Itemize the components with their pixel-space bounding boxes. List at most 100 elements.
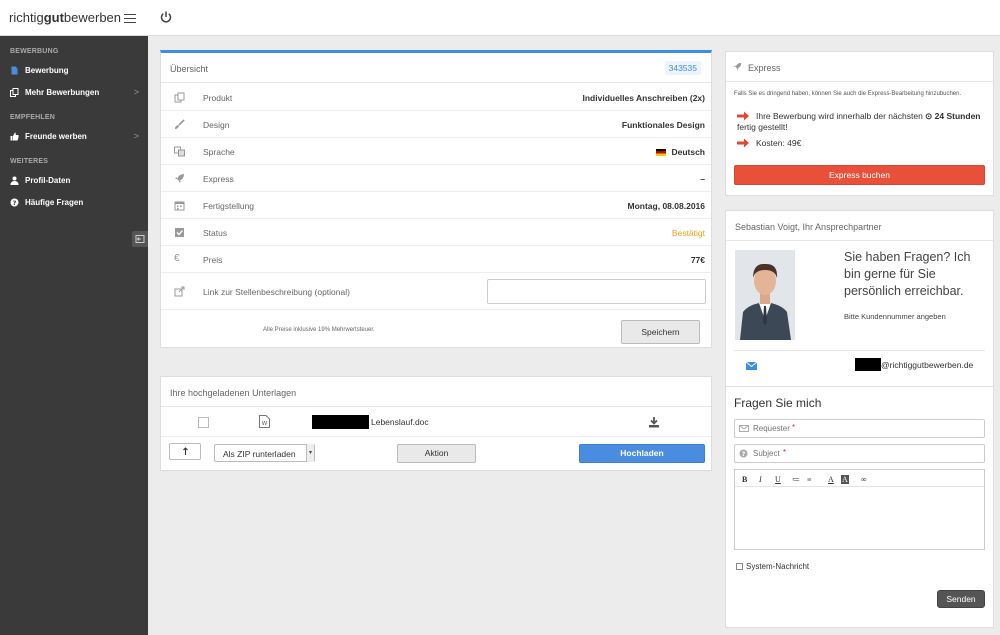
save-button[interactable]: Speichern [621, 320, 700, 344]
requester-input[interactable] [753, 421, 793, 436]
font-color-icon[interactable]: A [828, 475, 834, 484]
express-intro: Falls Sie es dringend haben, können Sie … [734, 91, 962, 97]
ask-panel: Fragen Sie mich * ? * B I U ≔ ≡ A A ∞ Sy… [725, 387, 994, 628]
contact-panel: Sebastian Voigt, Ihr Ansprechpartner Sie… [725, 210, 994, 387]
file-row: W Lebenslauf.doc [161, 408, 711, 437]
sidebar-section-bewerbung: BEWERBUNG [10, 48, 59, 55]
row-value: Funktionales Design [621, 120, 705, 130]
sidebar-section-weiteres: WEITERES [10, 158, 49, 165]
zip-select[interactable]: Als ZIP runterladen ▾ [214, 444, 315, 462]
zip-select-value: Als ZIP runterladen [223, 449, 296, 459]
bullet-list-icon[interactable]: ≔ [792, 475, 800, 484]
contact-header: Sebastian Voigt, Ihr Ansprechpartner [726, 211, 993, 241]
row-label: Design [203, 120, 230, 130]
envelope-icon [739, 425, 749, 432]
overview-header: Übersicht 343535 [161, 53, 711, 83]
express-info-line-1: Ihre Bewerbung wird innerhalb der nächst… [737, 111, 987, 133]
job-link-input[interactable] [488, 280, 698, 302]
overview-panel: Übersicht 343535 Produkt Individuelles A… [160, 50, 712, 348]
sort-button[interactable] [169, 443, 201, 460]
express-text: Ihre Bewerbung wird innerhalb der nächst… [756, 111, 923, 121]
sidebar-item-profil-daten[interactable]: Profil-Daten [0, 172, 148, 190]
row-value: 77€ [690, 255, 705, 265]
row-label: Express [203, 174, 234, 184]
document-icon [11, 66, 18, 75]
row-label: Preis [203, 255, 223, 265]
overview-row-status: Status Bestätigt [161, 219, 711, 246]
checkbox-icon [175, 228, 184, 237]
action-button[interactable]: Aktion [397, 444, 476, 463]
sidebar-item-haeufige-fragen[interactable]: ? Häufige Fragen [0, 194, 148, 212]
arrow-right-icon [737, 138, 749, 148]
uploads-panel: Ihre hochgeladenen Unterlagen W Lebensla… [160, 376, 712, 471]
redacted-block [312, 415, 369, 429]
status-value: Bestätigt [671, 228, 705, 238]
contact-email[interactable]: @richtiggutbewerben.de [881, 360, 973, 370]
required-marker: * [792, 423, 796, 432]
bold-icon[interactable]: B [742, 475, 747, 484]
uploads-header: Ihre hochgeladenen Unterlagen [161, 377, 711, 407]
system-message-checkbox[interactable] [736, 563, 743, 570]
row-label: Status [203, 228, 228, 238]
overview-title: Übersicht [170, 64, 209, 74]
chevron-right-icon: > [133, 87, 139, 97]
contact-question: Sie haben Fragen? Ich bin gerne für Sie … [844, 250, 971, 298]
express-panel: Express Falls Sie es dringend haben, kön… [725, 51, 994, 196]
overview-row-fertigstellung: Fertigstellung Montag, 08.08.2016 [161, 192, 711, 219]
requester-field[interactable]: * [734, 419, 985, 438]
link-icon[interactable]: ∞ [861, 475, 867, 484]
system-message-label: System-Nachricht [746, 562, 810, 571]
subject-input[interactable] [753, 446, 785, 461]
job-link-field[interactable] [487, 279, 706, 304]
svg-text:W: W [262, 421, 268, 427]
language-value: Deutsch [671, 147, 705, 157]
ask-title: Fragen Sie mich [734, 396, 822, 410]
upload-button[interactable]: Hochladen [579, 444, 705, 463]
message-editor[interactable]: B I U ≔ ≡ A A ∞ [734, 469, 985, 550]
express-title: Express [748, 63, 781, 73]
menu-icon[interactable] [124, 11, 136, 25]
file-checkbox[interactable] [198, 417, 209, 428]
send-button[interactable]: Senden [937, 590, 985, 608]
sidebar-item-mehr-bewerbungen[interactable]: Mehr Bewerbungen > [0, 84, 148, 102]
calendar-icon [174, 201, 185, 211]
numbered-list-icon[interactable]: ≡ [807, 475, 812, 484]
contact-photo [735, 250, 795, 340]
user-icon [10, 176, 19, 185]
subject-field[interactable]: ? * [734, 444, 985, 463]
brush-icon [175, 119, 185, 129]
divider [734, 350, 985, 351]
underline-icon[interactable]: U [775, 475, 781, 484]
background-color-icon[interactable]: A [841, 475, 849, 484]
row-label: Produkt [203, 93, 233, 103]
express-text: fertig gestellt! [737, 122, 788, 132]
sidebar: BEWERBUNG Bewerbung Mehr Bewerbungen > E… [0, 36, 148, 635]
row-value: Individuelles Anschreiben (2x) [582, 93, 706, 103]
sort-icon [182, 447, 188, 455]
overview-row-link: Link zur Stellenbeschreibung (optional) [161, 273, 711, 310]
sidebar-item-freunde-werben[interactable]: Freunde werben > [0, 128, 148, 146]
copy-icon [174, 92, 185, 103]
euro-icon: € [174, 253, 180, 264]
row-value: Deutsch [656, 147, 705, 157]
app-logo[interactable]: richtiggutbewerben [9, 10, 121, 25]
row-label: Fertigstellung [203, 201, 255, 211]
order-id-badge: 343535 [664, 61, 701, 75]
sidebar-item-bewerbung[interactable]: Bewerbung [0, 62, 148, 80]
copy-icon [10, 88, 19, 97]
contact-title: Sebastian Voigt, Ihr Ansprechpartner [735, 222, 882, 232]
power-icon[interactable] [159, 10, 173, 24]
german-flag-icon [656, 149, 667, 156]
sidebar-item-label: Freunde werben [25, 132, 87, 141]
contact-avatar [735, 250, 795, 340]
editor-toolbar: B I U ≔ ≡ A A ∞ [735, 470, 984, 487]
sidebar-item-label: Bewerbung [25, 66, 69, 75]
overview-row-produkt: Produkt Individuelles Anschreiben (2x) [161, 84, 711, 111]
italic-icon[interactable]: I [759, 475, 762, 484]
file-name: Lebenslauf.doc [371, 417, 429, 427]
download-icon[interactable] [648, 416, 660, 428]
sidebar-collapse-button[interactable] [132, 231, 148, 247]
sidebar-item-label: Häufige Fragen [25, 198, 84, 207]
express-book-button[interactable]: Express buchen [734, 165, 985, 185]
overview-row-design: Design Funktionales Design [161, 111, 711, 138]
